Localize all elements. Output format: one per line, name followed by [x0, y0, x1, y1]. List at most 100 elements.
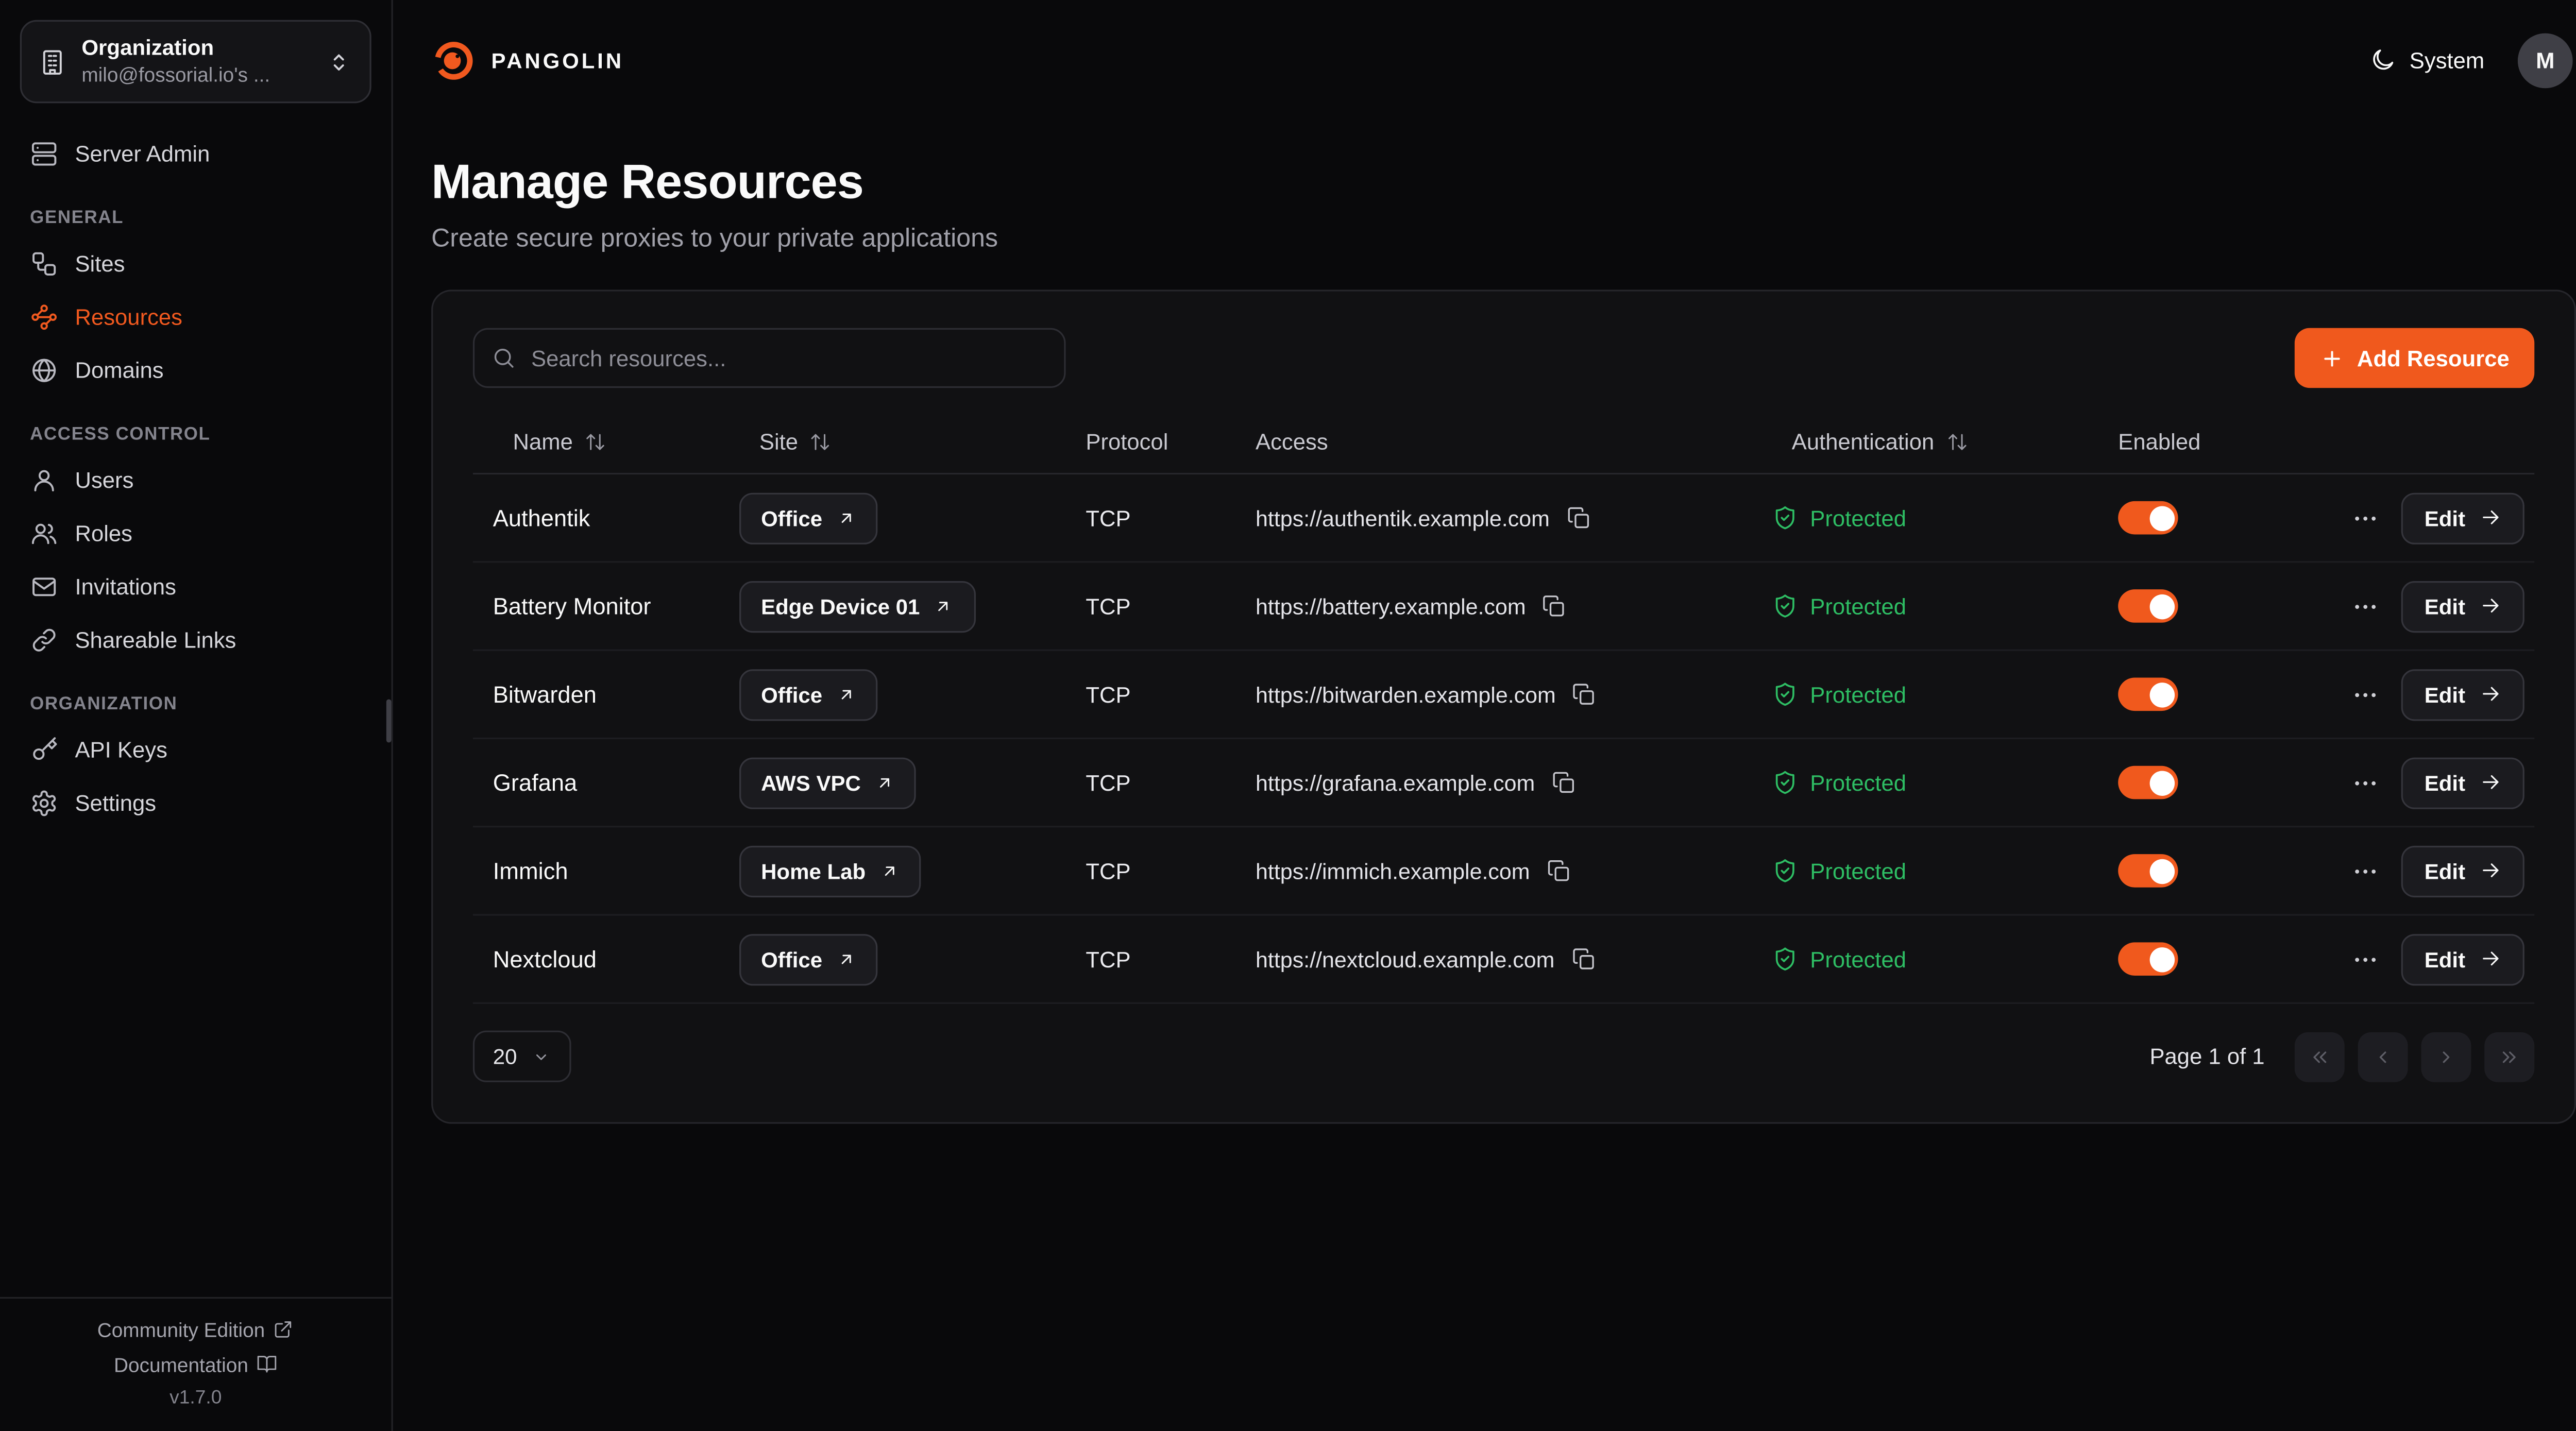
table-row: Grafana AWS VPC TCP https://grafana.exam…: [473, 739, 2534, 827]
org-selector-text: Organization milo@fossorial.io's ...: [81, 35, 310, 89]
sidebar-item-domains[interactable]: Domains: [16, 345, 375, 397]
sidebar-item-shareable-links[interactable]: Shareable Links: [16, 615, 375, 667]
sidebar-item-invitations[interactable]: Invitations: [16, 562, 375, 614]
auth-status-badge: Protected: [1772, 769, 1906, 796]
previous-page-button[interactable]: [2358, 1031, 2408, 1081]
copy-icon: [1566, 506, 1590, 530]
gear-icon: [30, 790, 58, 818]
table-body: Authentik Office TCP https://authentik.e…: [473, 474, 2534, 1004]
user-avatar[interactable]: M: [2518, 32, 2573, 88]
sidebar-scrollbar-thumb[interactable]: [386, 699, 392, 742]
next-page-button[interactable]: [2421, 1031, 2471, 1081]
sidebar-item-resources[interactable]: Resources: [16, 292, 375, 344]
site-link-button[interactable]: Edge Device 01: [739, 580, 976, 632]
resource-name: Immich: [473, 858, 719, 884]
resources-panel: Add Resource Name Site Protocol: [431, 289, 2576, 1123]
edit-button[interactable]: Edit: [2401, 845, 2524, 896]
auth-status-badge: Protected: [1772, 858, 1906, 884]
shield-check-icon: [1772, 769, 1799, 796]
enabled-toggle[interactable]: [2118, 854, 2178, 888]
sidebar-item-server-admin[interactable]: Server Admin: [16, 129, 375, 180]
authentication-cell: Protected: [1752, 593, 2098, 620]
enabled-toggle[interactable]: [2118, 677, 2178, 711]
copy-url-button[interactable]: [1571, 947, 1596, 971]
enabled-toggle[interactable]: [2118, 766, 2178, 799]
documentation-link[interactable]: Documentation: [16, 1353, 375, 1376]
resource-name: Authentik: [473, 504, 719, 531]
edit-button[interactable]: Edit: [2401, 933, 2524, 985]
chevrons-right-icon: [2498, 1045, 2521, 1068]
auth-status-label: Protected: [1810, 593, 1906, 618]
page-subtitle: Create secure proxies to your private ap…: [431, 225, 2572, 254]
enabled-toggle[interactable]: [2118, 501, 2178, 535]
key-icon: [30, 737, 58, 765]
auth-status-label: Protected: [1810, 946, 1906, 971]
row-menu-button[interactable]: [2351, 680, 2380, 708]
copy-url-button[interactable]: [1552, 771, 1576, 795]
row-menu-button[interactable]: [2351, 504, 2380, 532]
arrow-up-right-icon: [836, 507, 856, 528]
enabled-cell: [2098, 854, 2331, 888]
row-menu-button[interactable]: [2351, 945, 2380, 973]
sidebar-item-settings[interactable]: Settings: [16, 778, 375, 830]
brand: PANGOLIN: [431, 38, 624, 82]
column-label: Authentication: [1792, 430, 1935, 454]
access-url: https://immich.example.com: [1256, 858, 1530, 883]
sidebar-item-roles[interactable]: Roles: [16, 508, 375, 560]
copy-url-button[interactable]: [1566, 506, 1590, 530]
globe-icon: [30, 357, 58, 385]
community-edition-link[interactable]: Community Edition: [16, 1318, 375, 1341]
site-cell: Office: [719, 933, 1065, 985]
search-input[interactable]: [473, 328, 1066, 388]
site-link-button[interactable]: Home Lab: [739, 845, 921, 896]
sidebar-item-sites[interactable]: Sites: [16, 239, 375, 291]
row-menu-button[interactable]: [2351, 592, 2380, 620]
last-page-button[interactable]: [2484, 1031, 2534, 1081]
resource-name: Bitwarden: [473, 681, 719, 708]
first-page-button[interactable]: [2295, 1031, 2345, 1081]
column-header-name[interactable]: Name: [473, 430, 719, 454]
edit-button[interactable]: Edit: [2401, 492, 2524, 543]
page-size-select[interactable]: 20: [473, 1031, 572, 1082]
table-row: Nextcloud Office TCP https://nextcloud.e…: [473, 916, 2534, 1004]
sidebar-item-api-keys[interactable]: API Keys: [16, 725, 375, 776]
enabled-toggle[interactable]: [2118, 942, 2178, 976]
top-bar: PANGOLIN System M: [393, 0, 2576, 120]
waypoints-icon: [30, 304, 58, 332]
theme-selector[interactable]: System: [2369, 46, 2484, 73]
top-bar-right: System M: [2369, 32, 2572, 88]
enabled-cell: [2098, 677, 2331, 711]
book-open-icon: [257, 1354, 277, 1375]
site-name: Home Lab: [761, 858, 866, 883]
edit-button[interactable]: Edit: [2401, 669, 2524, 720]
edit-button[interactable]: Edit: [2401, 580, 2524, 632]
site-link-button[interactable]: Office: [739, 669, 878, 720]
column-header-site[interactable]: Site: [719, 430, 1065, 454]
row-menu-button[interactable]: [2351, 857, 2380, 885]
table-header: Name Site Protocol Access: [473, 411, 2534, 474]
copy-url-button[interactable]: [1547, 859, 1571, 883]
add-resource-button[interactable]: Add Resource: [2295, 328, 2534, 388]
edit-button[interactable]: Edit: [2401, 757, 2524, 808]
chevrons-left-icon: [2308, 1045, 2331, 1068]
copy-url-button[interactable]: [1543, 594, 1567, 618]
chevrons-up-down-icon: [325, 48, 353, 76]
sidebar-item-users[interactable]: Users: [16, 455, 375, 507]
actions-cell: Edit: [2331, 492, 2534, 543]
copy-url-button[interactable]: [1572, 682, 1597, 706]
site-link-button[interactable]: Office: [739, 933, 878, 985]
site-link-button[interactable]: AWS VPC: [739, 757, 917, 808]
site-name: Office: [761, 946, 822, 971]
column-header-enabled: Enabled: [2098, 430, 2331, 454]
enabled-cell: [2098, 942, 2331, 976]
org-selector[interactable]: Organization milo@fossorial.io's ...: [20, 20, 371, 104]
site-link-button[interactable]: Office: [739, 492, 878, 543]
resource-name: Nextcloud: [473, 946, 719, 973]
edit-label: Edit: [2425, 770, 2465, 795]
enabled-cell: [2098, 501, 2331, 535]
sidebar-item-label: Invitations: [75, 575, 176, 600]
column-header-authentication[interactable]: Authentication: [1752, 430, 2098, 454]
row-menu-button[interactable]: [2351, 769, 2380, 797]
enabled-cell: [2098, 589, 2331, 623]
enabled-toggle[interactable]: [2118, 589, 2178, 623]
